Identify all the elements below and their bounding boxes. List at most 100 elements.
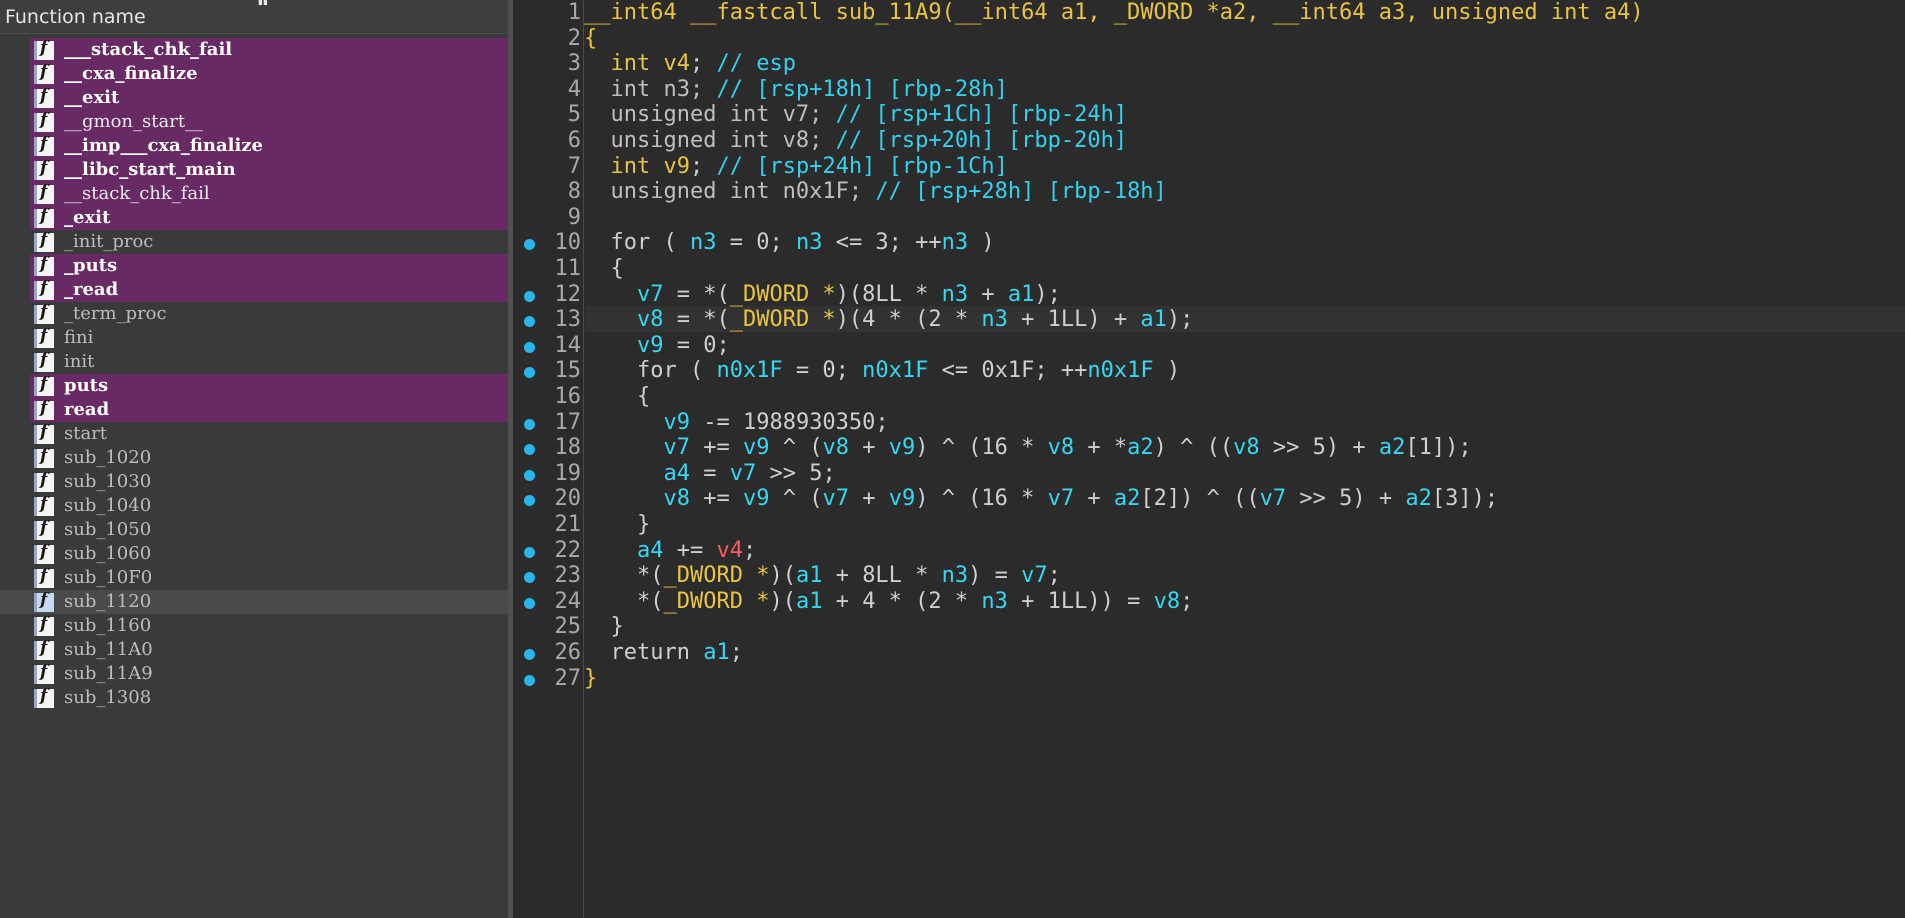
code-token: // [rsp+20h] [rbp-20h]: [835, 128, 1128, 153]
function-list-item[interactable]: f sub_1030: [0, 470, 508, 494]
code-text[interactable]: {: [584, 26, 597, 51]
function-name: sub_1030: [64, 471, 152, 492]
function-list-item[interactable]: f _puts: [30, 254, 508, 278]
code-text[interactable]: *(_DWORD *)(a1 + 4 * (2 * n3 + 1LL)) = v…: [584, 589, 1193, 614]
function-name: init: [64, 351, 95, 372]
code-text[interactable]: }: [584, 666, 597, 691]
function-list-item[interactable]: f sub_1040: [0, 494, 508, 518]
code-text[interactable]: a4 = v7 >> 5;: [584, 460, 836, 486]
line-number: 2: [567, 25, 581, 51]
function-name: __stack_chk_fail: [64, 183, 210, 204]
code-text[interactable]: unsigned int v8; // [rsp+20h] [rbp-20h]: [584, 128, 1128, 153]
code-token: >> 5;: [756, 460, 836, 486]
code-text[interactable]: }: [584, 614, 623, 639]
code-token: for (: [584, 230, 690, 256]
function-icon: f: [34, 470, 54, 492]
code-token: +: [848, 486, 889, 512]
code-token: n0x1F: [1087, 358, 1154, 384]
function-list-item[interactable]: f sub_1120: [0, 590, 508, 614]
code-token: ;: [1047, 563, 1061, 589]
code-text[interactable]: v8 += v9 ^ (v7 + v9) ^ (16 * v7 + a2[2])…: [584, 486, 1498, 511]
code-text[interactable]: int v4; // esp: [584, 51, 796, 76]
function-list-item[interactable]: f _exit: [30, 206, 508, 230]
function-list-item[interactable]: f __gmon_start__: [30, 110, 508, 134]
code-text[interactable]: v7 = *(_DWORD *)(8LL * n3 + a1);: [584, 282, 1061, 307]
code-text[interactable]: {: [584, 384, 650, 409]
function-list-item[interactable]: f fini: [0, 326, 508, 350]
code-token: v9: [888, 486, 916, 512]
code-text[interactable]: v9 -= 1988930350;: [584, 410, 888, 435]
function-list-item[interactable]: f sub_1050: [0, 518, 508, 542]
code-token: v9: [888, 435, 916, 461]
code-line[interactable]: 27}: [513, 665, 1905, 696]
function-list-item[interactable]: f read: [30, 398, 508, 422]
function-list-item[interactable]: f sub_10F0: [0, 566, 508, 590]
function-icon: f: [34, 254, 54, 276]
code-text[interactable]: unsigned int v7; // [rsp+1Ch] [rbp-24h]: [584, 102, 1128, 127]
function-list-item[interactable]: f sub_1020: [0, 446, 508, 470]
function-list-item[interactable]: f _read: [30, 278, 508, 302]
code-token: _DWORD *: [663, 588, 770, 614]
function-list-item[interactable]: f puts: [30, 374, 508, 398]
function-list-item[interactable]: f init: [0, 350, 508, 374]
function-name: sub_10F0: [64, 567, 153, 588]
code-token: v8: [663, 486, 690, 512]
functions-panel-header[interactable]: Function name ▮▮: [0, 0, 508, 34]
function-icon: f: [34, 542, 54, 564]
function-icon-glyph: f: [40, 662, 48, 682]
code-text[interactable]: {: [584, 256, 624, 281]
line-number: 16: [554, 384, 582, 409]
code-token: {: [584, 256, 624, 281]
function-list-item[interactable]: f ___stack_chk_fail: [30, 38, 508, 62]
code-token: ;: [729, 640, 743, 665]
code-token: ^ (: [769, 435, 823, 461]
column-resize-grip-icon[interactable]: ▮▮: [258, 0, 278, 7]
code-text[interactable]: v8 = *(_DWORD *)(4 * (2 * n3 + 1LL) + a1…: [584, 307, 1193, 332]
code-text[interactable]: __int64 __fastcall sub_11A9(__int64 a1, …: [584, 0, 1644, 25]
function-icon: f: [34, 614, 54, 636]
code-text[interactable]: int v9; // [rsp+24h] [rbp-1Ch]: [584, 154, 1008, 179]
function-list-item[interactable]: f __exit: [30, 86, 508, 110]
code-text[interactable]: for ( n0x1F = 0; n0x1F <= 0x1F; ++n0x1F …: [584, 358, 1180, 383]
code-text[interactable]: int n3; // [rsp+18h] [rbp-28h]: [584, 77, 1008, 102]
code-text[interactable]: *(_DWORD *)(a1 + 8LL * n3) = v7;: [584, 563, 1061, 588]
function-list-item[interactable]: f sub_11A9: [0, 662, 508, 686]
function-list-item[interactable]: f _term_proc: [0, 302, 508, 326]
function-name: __imp___cxa_finalize: [64, 135, 264, 156]
code-text[interactable]: }: [584, 512, 650, 537]
function-list-item[interactable]: f sub_1060: [0, 542, 508, 566]
function-list-item[interactable]: f __stack_chk_fail: [30, 182, 508, 206]
code-text[interactable]: v7 += v9 ^ (v8 + v9) ^ (16 * v8 + *a2) ^…: [584, 435, 1471, 461]
code-text[interactable]: for ( n3 = 0; n3 <= 3; ++n3 ): [584, 230, 994, 256]
function-icon-glyph: f: [40, 614, 48, 634]
function-list-item[interactable]: f __cxa_finalize: [30, 62, 508, 86]
function-icon-glyph: f: [40, 302, 48, 322]
function-name: sub_1060: [64, 543, 152, 564]
function-list-item[interactable]: f __libc_start_main: [30, 158, 508, 182]
code-token: v4: [716, 537, 743, 563]
function-icon: f: [34, 38, 54, 60]
code-text[interactable]: v9 = 0;: [584, 333, 730, 358]
code-token: v7: [1259, 486, 1287, 512]
pseudocode-view[interactable]: 1 __int64 __fastcall sub_11A9(__int64 a1,…: [513, 0, 1905, 918]
function-name: _term_proc: [64, 303, 167, 324]
code-token: + *: [1074, 435, 1128, 461]
function-icon-glyph: f: [40, 638, 48, 658]
code-token: a4: [663, 460, 690, 486]
function-list-item[interactable]: f sub_1160: [0, 614, 508, 638]
code-token: ;: [1180, 588, 1194, 614]
function-list-item[interactable]: f start: [0, 422, 508, 446]
code-text[interactable]: unsigned int n0x1F; // [rsp+28h] [rbp-18…: [584, 179, 1167, 204]
code-text[interactable]: a4 += v4;: [584, 538, 756, 563]
function-list-item[interactable]: f _init_proc: [0, 230, 508, 254]
line-number: 8: [567, 179, 581, 205]
code-text[interactable]: return a1;: [584, 640, 743, 665]
function-list-item[interactable]: f sub_1308: [0, 686, 508, 710]
column-header-function-name[interactable]: Function name: [5, 6, 146, 28]
code-token: int v9: [610, 153, 690, 179]
function-list-item[interactable]: f sub_11A0: [0, 638, 508, 662]
function-list-item[interactable]: f __imp___cxa_finalize: [30, 134, 508, 158]
code-token: a1: [1007, 281, 1035, 307]
